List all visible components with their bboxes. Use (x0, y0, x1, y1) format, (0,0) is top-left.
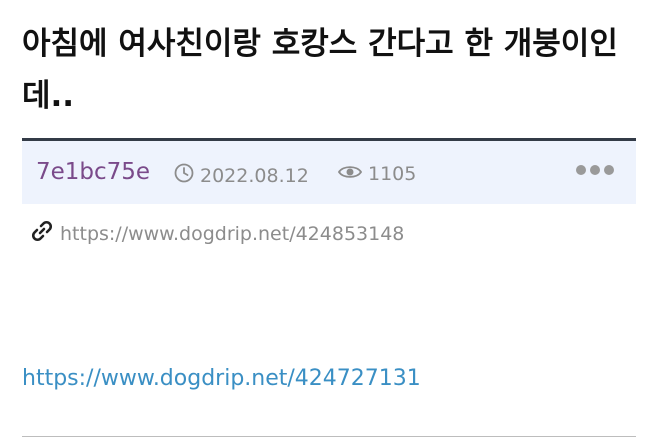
link-icon (30, 219, 54, 248)
author-link[interactable]: 7e1bc75e (36, 159, 150, 185)
post-date: 2022.08.12 (174, 163, 309, 188)
post-title: 아침에 여사친이랑 호캉스 간다고 한 개붕이인데.. (22, 26, 618, 114)
clock-icon (174, 163, 194, 188)
post-views-count: 1105 (368, 163, 417, 185)
content-divider (22, 436, 636, 437)
more-dots-icon[interactable] (576, 165, 614, 175)
body-link[interactable]: https://www.dogdrip.net/424727131 (22, 366, 421, 391)
permalink-url[interactable]: https://www.dogdrip.net/424853148 (60, 223, 404, 245)
post-views: 1105 (337, 163, 417, 185)
eye-icon (337, 163, 363, 185)
post-date-text: 2022.08.12 (200, 164, 309, 187)
post-meta-bar: 7e1bc75e 2022.08.12 1105 (22, 138, 636, 204)
permalink[interactable]: https://www.dogdrip.net/424853148 (30, 219, 404, 248)
